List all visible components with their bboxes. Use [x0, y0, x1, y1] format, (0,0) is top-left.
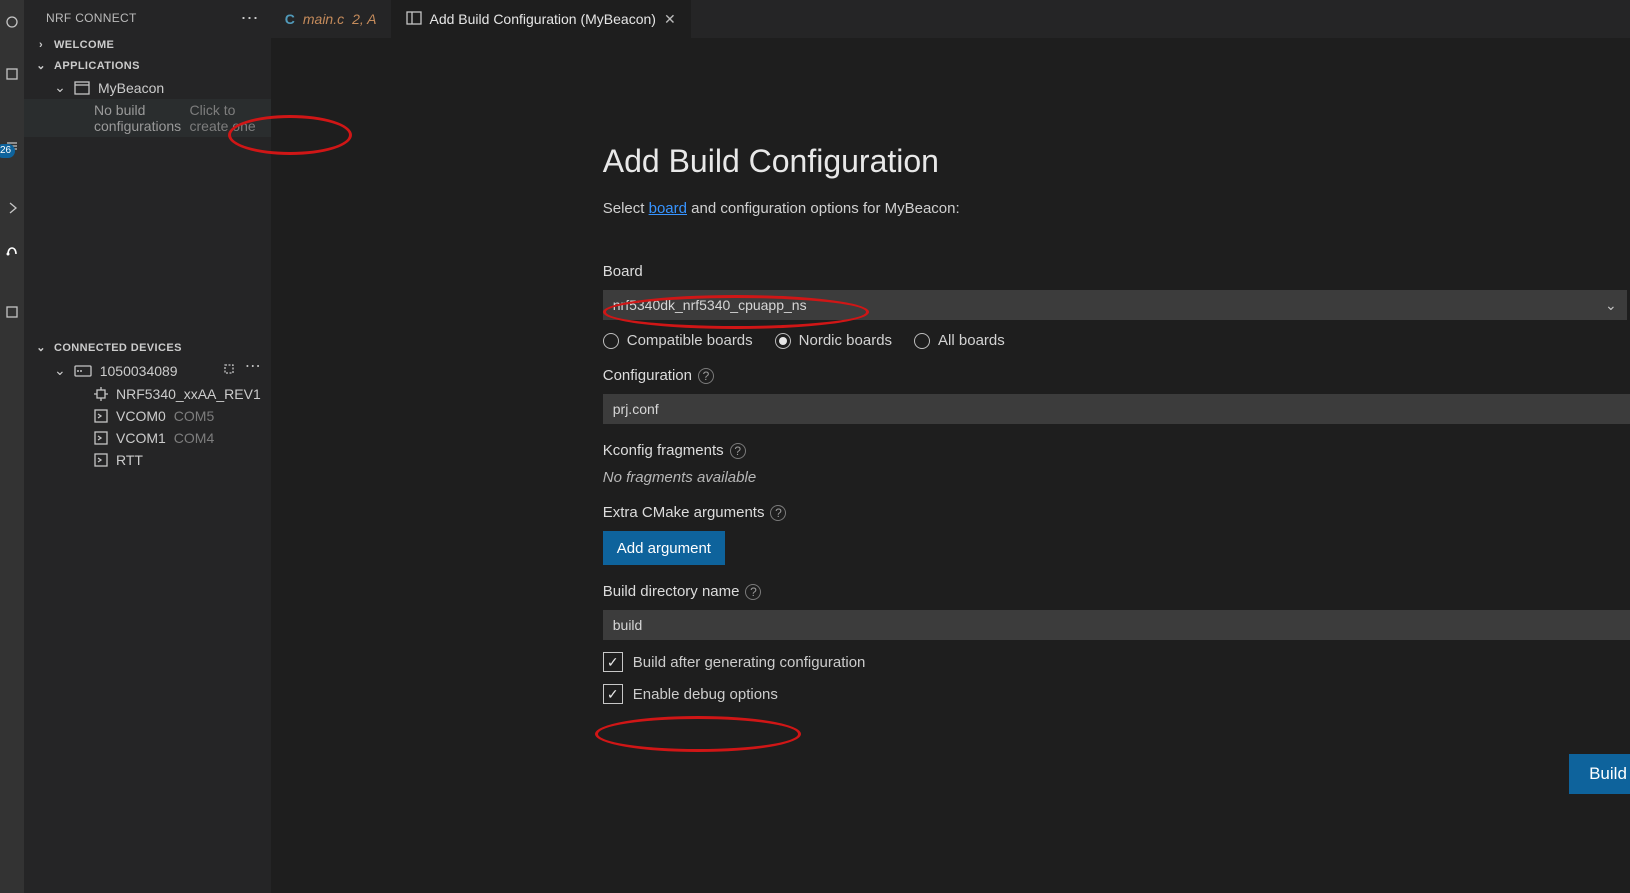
sidebar-more-icon[interactable]: ⋯: [240, 12, 258, 24]
build-dir-value: build: [613, 617, 643, 633]
kconfig-label-text: Kconfig fragments: [603, 442, 724, 459]
chevron-down-icon: ⌄: [54, 79, 66, 96]
configuration-select-value: prj.conf: [613, 401, 659, 417]
no-build-text: No build configurations: [94, 102, 182, 134]
port-name: VCOM1: [116, 430, 166, 446]
radio-nordic[interactable]: Nordic boards: [775, 332, 892, 349]
rtt-label: RTT: [116, 452, 143, 468]
port-row-0[interactable]: VCOM0 COM5: [24, 405, 271, 427]
editor-area: C main.c 2, A Add Build Configuration (M…: [271, 0, 1630, 893]
checkbox-enable-debug-label: Enable debug options: [633, 686, 778, 703]
activity-icon-nrf[interactable]: [0, 238, 24, 262]
board-icon: [74, 365, 92, 377]
chip-row[interactable]: NRF5340_xxAA_REV1: [24, 383, 271, 405]
help-icon[interactable]: ?: [698, 368, 714, 384]
chip-name: NRF5340_xxAA_REV1: [116, 386, 261, 402]
device-row[interactable]: ⌄ 1050034089 ⋯: [24, 358, 271, 383]
tab-mod-indicator: 2, A: [352, 11, 376, 27]
tab-filename: main.c: [303, 11, 344, 27]
section-welcome[interactable]: › WELCOME: [24, 35, 271, 55]
c-lang-icon: C: [285, 11, 295, 27]
radio-all-label: All boards: [938, 332, 1005, 349]
checkbox-build-after[interactable]: [603, 652, 623, 672]
radio-compatible-label: Compatible boards: [627, 332, 753, 349]
build-configuration-button[interactable]: Build Configuration: [1569, 754, 1630, 794]
radio-nordic-label: Nordic boards: [799, 332, 892, 349]
kconfig-hint: No fragments available: [603, 469, 1630, 486]
radio-compatible[interactable]: Compatible boards: [603, 332, 753, 349]
add-argument-button[interactable]: Add argument: [603, 531, 725, 565]
chevron-down-icon: ⌄: [54, 362, 66, 379]
section-connected-devices-label: CONNECTED DEVICES: [54, 342, 182, 354]
configuration-select[interactable]: prj.conf ⌄: [603, 394, 1630, 424]
activity-icon-4[interactable]: [0, 196, 24, 220]
section-applications-label: APPLICATIONS: [54, 60, 140, 72]
section-applications[interactable]: ⌄ APPLICATIONS: [24, 55, 271, 76]
subtitle-prefix: Select: [603, 200, 649, 217]
layout-icon: [406, 11, 422, 28]
app-row[interactable]: ⌄ MyBeacon: [24, 76, 271, 99]
device-more-icon[interactable]: ⋯: [245, 361, 261, 380]
help-icon[interactable]: ?: [730, 443, 746, 459]
chip-icon: [94, 387, 108, 401]
port-com: COM4: [174, 430, 214, 446]
build-dir-label: Build directory name ?: [603, 583, 1630, 600]
checkbox-enable-debug[interactable]: [603, 684, 623, 704]
activity-icon-2[interactable]: [0, 62, 24, 86]
extra-cmake-label-text: Extra CMake arguments: [603, 504, 765, 521]
checkbox-build-after-label: Build after generating configuration: [633, 654, 866, 671]
rtt-row[interactable]: RTT: [24, 449, 271, 471]
activity-icon-1[interactable]: [0, 10, 24, 34]
kconfig-label: Kconfig fragments ?: [603, 442, 1630, 459]
board-label: Board: [603, 263, 1627, 280]
page-title: Add Build Configuration: [603, 143, 1630, 180]
close-icon[interactable]: ✕: [664, 11, 676, 28]
device-action-icon[interactable]: [221, 361, 237, 380]
section-connected-devices[interactable]: ⌄ CONNECTED DEVICES: [24, 337, 271, 358]
chevron-down-icon: ⌄: [34, 341, 48, 354]
chevron-down-icon: ⌄: [1605, 297, 1617, 314]
window-icon: [74, 81, 90, 95]
tab-main-c[interactable]: C main.c 2, A: [271, 0, 392, 38]
sidebar: NRF CONNECT ⋯ › WELCOME ⌄ APPLICATIONS ⌄…: [24, 0, 271, 893]
no-build-row[interactable]: No build configurations Click to create …: [24, 99, 271, 137]
activity-icon-6[interactable]: [0, 300, 24, 324]
page-subtitle: Select board and configuration options f…: [603, 200, 1630, 217]
sidebar-title: NRF CONNECT: [46, 11, 137, 25]
chevron-right-icon: ›: [34, 39, 48, 51]
annotation-ellipse: [595, 716, 801, 752]
click-create-text: Click to create one: [190, 102, 261, 134]
activity-icon-3[interactable]: 26: [0, 134, 24, 158]
device-serial: 1050034089: [100, 363, 178, 379]
tab-add-build-label: Add Build Configuration (MyBeacon): [430, 11, 656, 27]
terminal-icon: [94, 409, 108, 423]
build-dir-label-text: Build directory name: [603, 583, 740, 600]
app-name: MyBeacon: [98, 80, 164, 96]
help-icon[interactable]: ?: [770, 505, 786, 521]
tab-add-build[interactable]: Add Build Configuration (MyBeacon) ✕: [392, 0, 691, 38]
port-name: VCOM0: [116, 408, 166, 424]
chevron-down-icon: ⌄: [34, 59, 48, 72]
port-com: COM5: [174, 408, 214, 424]
subtitle-suffix: and configuration options for MyBeacon:: [687, 200, 960, 217]
extra-cmake-label: Extra CMake arguments ?: [603, 504, 1630, 521]
board-select-value: nrf5340dk_nrf5340_cpuapp_ns: [613, 297, 807, 313]
activity-bar: 26: [0, 0, 24, 893]
terminal-icon: [94, 453, 108, 467]
activity-badge: 26: [0, 144, 15, 158]
terminal-icon: [94, 431, 108, 445]
build-dir-input[interactable]: build: [603, 610, 1630, 640]
tab-bar: C main.c 2, A Add Build Configuration (M…: [271, 0, 1630, 38]
board-select[interactable]: nrf5340dk_nrf5340_cpuapp_ns ⌄: [603, 290, 1627, 320]
configuration-label-text: Configuration: [603, 367, 692, 384]
port-row-1[interactable]: VCOM1 COM4: [24, 427, 271, 449]
board-link[interactable]: board: [649, 200, 687, 217]
help-icon[interactable]: ?: [745, 584, 761, 600]
configuration-label: Configuration ?: [603, 367, 1630, 384]
radio-all[interactable]: All boards: [914, 332, 1005, 349]
section-welcome-label: WELCOME: [54, 39, 114, 51]
